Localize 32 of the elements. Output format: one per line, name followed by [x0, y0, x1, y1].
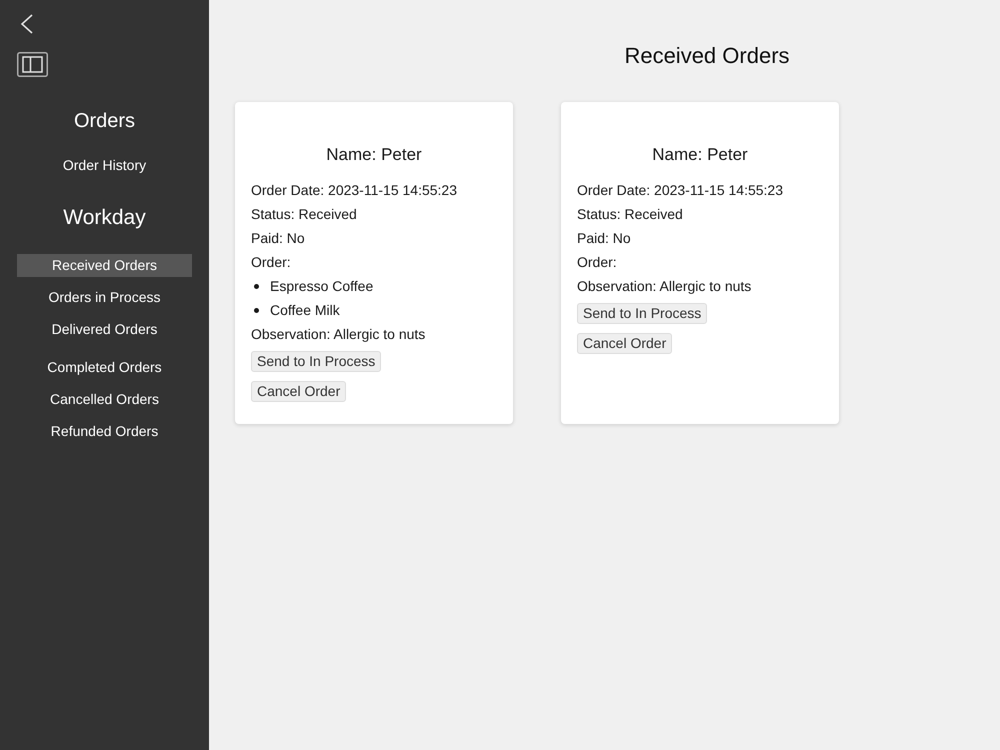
order-detail: Order: — [251, 253, 291, 272]
order-item: Coffee Milk — [270, 301, 340, 320]
bullet-icon — [254, 284, 259, 288]
page-title: Received Orders — [624, 42, 790, 70]
sidebar-nav-item[interactable]: Received Orders — [17, 254, 192, 277]
order-detail: Paid: No — [251, 229, 305, 248]
order-item: Espresso Coffee — [270, 277, 374, 296]
order-detail: Order: — [577, 253, 617, 272]
sidebar-toggle-icon[interactable] — [17, 52, 48, 77]
send-to-process-button[interactable]: Send to In Process — [577, 303, 708, 324]
observation: Observation: Allergic to nuts — [251, 325, 426, 344]
sidebar-nav-item[interactable]: Refunded Orders — [17, 420, 192, 443]
send-to-process-button[interactable]: Send to In Process — [251, 351, 382, 372]
customer-name: Name: Peter — [326, 144, 422, 166]
sidebar-nav-item[interactable]: Orders in Process — [17, 286, 192, 309]
sidebar-section-title: Workday — [63, 205, 146, 231]
bullet-icon — [254, 308, 259, 312]
back-icon[interactable] — [20, 14, 34, 34]
cancel-order-button[interactable]: Cancel Order — [577, 333, 672, 354]
customer-name: Name: Peter — [652, 144, 748, 166]
sidebar-section-title: Orders — [74, 109, 136, 134]
order-detail: Paid: No — [577, 229, 631, 248]
sidebar-nav-item[interactable]: Cancelled Orders — [17, 388, 192, 411]
sidebar-nav-item[interactable]: Delivered Orders — [17, 318, 192, 341]
sidebar-nav-item[interactable]: Order History — [17, 154, 192, 177]
cancel-order-button[interactable]: Cancel Order — [251, 381, 346, 402]
order-detail: Order Date: 2023-11-15 14:55:23 — [251, 181, 457, 200]
order-detail: Order Date: 2023-11-15 14:55:23 — [577, 181, 783, 200]
order-detail: Status: Received — [577, 205, 683, 224]
sidebar-nav-item[interactable]: Completed Orders — [17, 356, 192, 379]
order-detail: Status: Received — [251, 205, 357, 224]
observation: Observation: Allergic to nuts — [577, 277, 752, 296]
